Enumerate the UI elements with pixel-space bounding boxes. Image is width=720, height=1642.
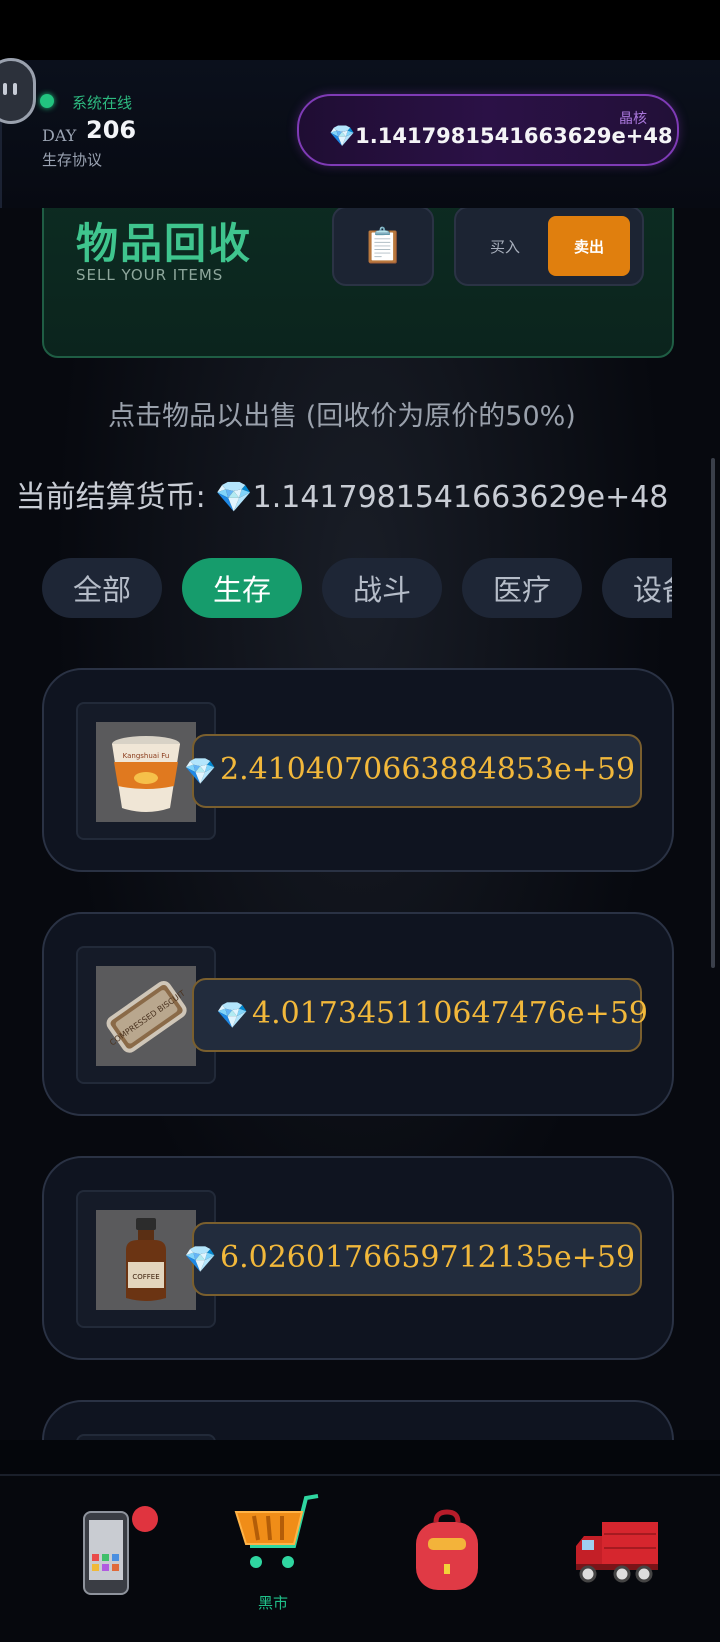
sell-hint: 点击物品以出售 (回收价为原价的50%) bbox=[108, 401, 576, 432]
protocol-label: 生存协议 bbox=[42, 151, 103, 169]
noodle-label: Kangshuai Fu bbox=[123, 752, 170, 760]
item-card[interactable] bbox=[42, 1400, 674, 1440]
panel-subtitle: SELL YOUR ITEMS bbox=[76, 266, 224, 284]
item-price: 💎 4.017345110647476e+59 bbox=[192, 978, 648, 1052]
item-thumbnail-frame bbox=[76, 1434, 216, 1440]
item-price: 💎 6.0260176659712135e+59 bbox=[184, 1222, 642, 1296]
item-card[interactable]: COMPRESSED BISCUIT 💎 4.017345110647476e+… bbox=[42, 912, 674, 1116]
online-status-dot bbox=[40, 94, 54, 108]
coffee-bottle-icon: COFFEE bbox=[96, 1210, 196, 1310]
avatar[interactable] bbox=[0, 58, 36, 124]
settlement-balance: 当前结算货币: 💎1.1417981541663629e+48 bbox=[15, 480, 669, 515]
compressed-biscuit-icon: COMPRESSED BISCUIT bbox=[96, 966, 196, 1066]
price-value: 4.017345110647476e+59 bbox=[252, 996, 648, 1031]
tab-all[interactable]: 全部 bbox=[42, 558, 162, 618]
item-card[interactable]: Kangshuai Fu 💎 2.4104070663884853e+59 bbox=[42, 668, 674, 872]
truck-icon bbox=[576, 1522, 658, 1583]
day-label: DAY bbox=[42, 126, 77, 145]
clipboard-button[interactable]: 📋 bbox=[332, 208, 434, 286]
status-bar bbox=[0, 0, 720, 60]
nav-truck[interactable] bbox=[574, 1518, 660, 1588]
gem-icon: 💎 bbox=[184, 757, 217, 787]
backpack-icon bbox=[416, 1509, 478, 1590]
category-tabs: 全部 生存 战斗 医疗 设备 bbox=[42, 558, 672, 620]
tab-combat[interactable]: 战斗 bbox=[322, 558, 442, 618]
market-content[interactable]: 物品回收 SELL YOUR ITEMS 📋 买入 卖出 点击物品以出售 (回收… bbox=[0, 208, 720, 1440]
instant-noodles-icon: Kangshuai Fu bbox=[96, 722, 196, 822]
item-price: 💎 2.4104070663884853e+59 bbox=[184, 734, 642, 808]
crystal-value: 💎1.1417981541663629e+48 bbox=[329, 124, 673, 148]
clipboard-icon: 📋 bbox=[361, 226, 405, 266]
coffee-label: COFFEE bbox=[132, 1273, 159, 1281]
nav-label-black-market: 黑市 bbox=[258, 1594, 289, 1612]
tab-equipment[interactable]: 设备 bbox=[602, 558, 672, 618]
tab-survival[interactable]: 生存 bbox=[182, 558, 302, 618]
nav-backpack[interactable] bbox=[414, 1508, 480, 1596]
crystal-balance[interactable]: 晶核 💎1.1417981541663629e+48 bbox=[297, 94, 679, 166]
day-counter: 206 bbox=[86, 116, 137, 144]
gem-icon: 💎 bbox=[184, 1245, 217, 1275]
sell-button[interactable]: 卖出 bbox=[548, 216, 630, 276]
nav-phone[interactable] bbox=[82, 1506, 158, 1600]
nav-black-market[interactable] bbox=[232, 1490, 322, 1580]
phone-icon bbox=[83, 1511, 129, 1595]
price-value: 2.4104070663884853e+59 bbox=[220, 752, 636, 787]
gem-icon: 💎 bbox=[216, 1001, 249, 1031]
panel-title: 物品回收 bbox=[76, 219, 253, 268]
tab-medical[interactable]: 医疗 bbox=[462, 558, 582, 618]
shopping-cart-icon bbox=[234, 1494, 319, 1568]
online-status-text: 系统在线 bbox=[72, 94, 133, 112]
buy-sell-toggle[interactable]: 买入 卖出 bbox=[454, 208, 644, 286]
item-card[interactable]: COFFEE 💎 6.0260176659712135e+59 bbox=[42, 1156, 674, 1360]
recycle-panel: 物品回收 SELL YOUR ITEMS 📋 买入 卖出 bbox=[42, 208, 674, 358]
price-value: 6.0260176659712135e+59 bbox=[220, 1240, 636, 1275]
notification-badge bbox=[132, 1506, 158, 1532]
scrollbar[interactable] bbox=[711, 458, 715, 968]
buy-button[interactable]: 买入 bbox=[470, 218, 540, 274]
bottom-nav: 黑市 bbox=[0, 1474, 720, 1642]
